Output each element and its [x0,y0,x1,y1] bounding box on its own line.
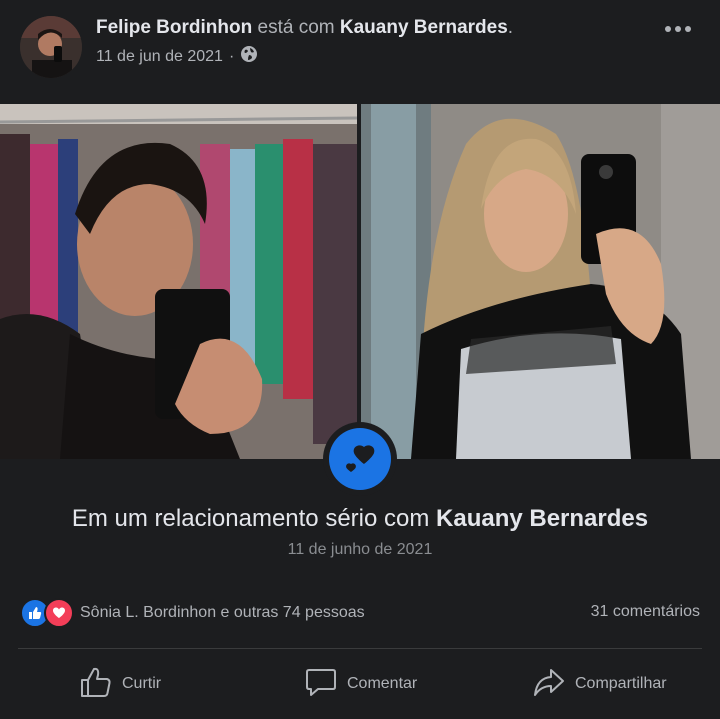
comments-count[interactable]: 31 comentários [591,603,700,621]
share-label: Compartilhar [575,675,667,692]
post-date[interactable]: 11 de jun de 2021 [96,48,223,66]
relationship-badge [323,422,397,496]
hearts-icon [329,428,391,490]
post-header: Felipe Bordinhon está com Kauany Bernard… [0,0,720,104]
globe-icon [240,45,258,68]
author-name[interactable]: Felipe Bordinhon [96,17,252,38]
share-icon [533,666,565,703]
photo-right[interactable] [361,104,720,459]
tagged-name[interactable]: Kauany Bernardes [340,17,508,38]
avatar[interactable] [20,16,82,78]
relationship-prefix: Em um relacionamento sério com [71,505,430,532]
meta-separator: · [228,47,235,65]
relationship-title: Em um relacionamento sério com Kauany Be… [0,505,720,533]
post-title: Felipe Bordinhon está com Kauany Bernard… [96,16,513,40]
comment-label: Comentar [347,675,418,692]
reactions-summary[interactable]: Sônia L. Bordinhon e outras 74 pessoas [20,598,365,628]
like-button[interactable]: Curtir [80,664,161,704]
relationship-photos [0,104,720,459]
like-label: Curtir [122,675,162,692]
relationship-date: 11 de junho de 2021 [287,541,433,558]
title-period: . [507,17,514,38]
comment-button[interactable]: Comentar [305,664,417,704]
comment-icon [305,666,337,703]
relationship-partner[interactable]: Kauany Bernardes [436,505,648,532]
more-icon[interactable] [664,22,692,34]
divider [18,648,702,649]
reactions-text[interactable]: Sônia L. Bordinhon e outras 74 pessoas [80,604,365,622]
with-connector: está com [257,17,335,38]
photo-left[interactable] [0,104,357,459]
post-meta: 11 de jun de 2021 · [96,45,258,68]
love-icon [44,598,74,628]
share-button[interactable]: Compartilhar [533,664,667,704]
thumbs-up-icon [80,666,112,703]
